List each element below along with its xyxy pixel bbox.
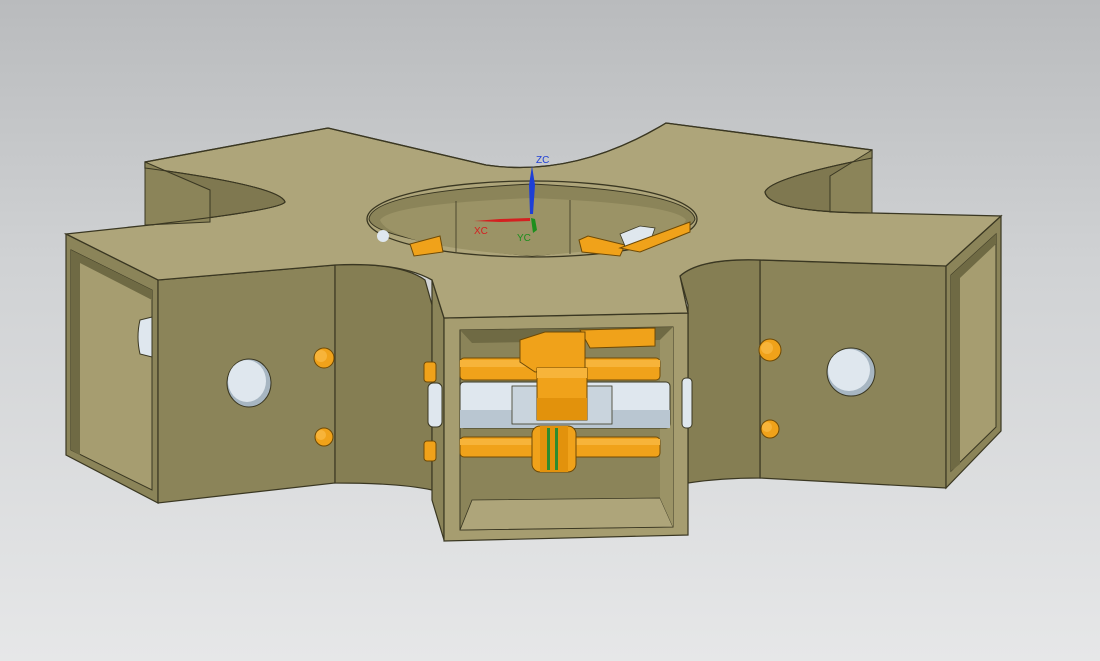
yc-axis-label: YC: [517, 233, 531, 244]
hole-bearing-left: [377, 230, 389, 242]
front-left-pin-lower: [423, 440, 437, 462]
left-opening-pin: [137, 316, 153, 358]
xc-axis-label: XC: [474, 226, 488, 237]
front-left-pin-upper: [423, 361, 437, 383]
green-ring-right: [555, 428, 558, 470]
front-left-bearing: [427, 382, 443, 428]
left-arm[interactable]: [65, 233, 433, 504]
right-arm-fillet-face: [679, 259, 761, 484]
cad-model-scene[interactable]: ZC XC YC: [0, 0, 1100, 661]
rear-link: [579, 327, 656, 349]
green-ring-left: [547, 428, 550, 470]
left-arm-fillet-face: [334, 264, 433, 491]
zc-axis-label: ZC: [536, 155, 549, 166]
right-bearing-cap: [681, 377, 693, 429]
spool: [531, 425, 577, 473]
cad-viewport[interactable]: ZC XC YC: [0, 0, 1100, 661]
front-arm[interactable]: [423, 279, 693, 542]
